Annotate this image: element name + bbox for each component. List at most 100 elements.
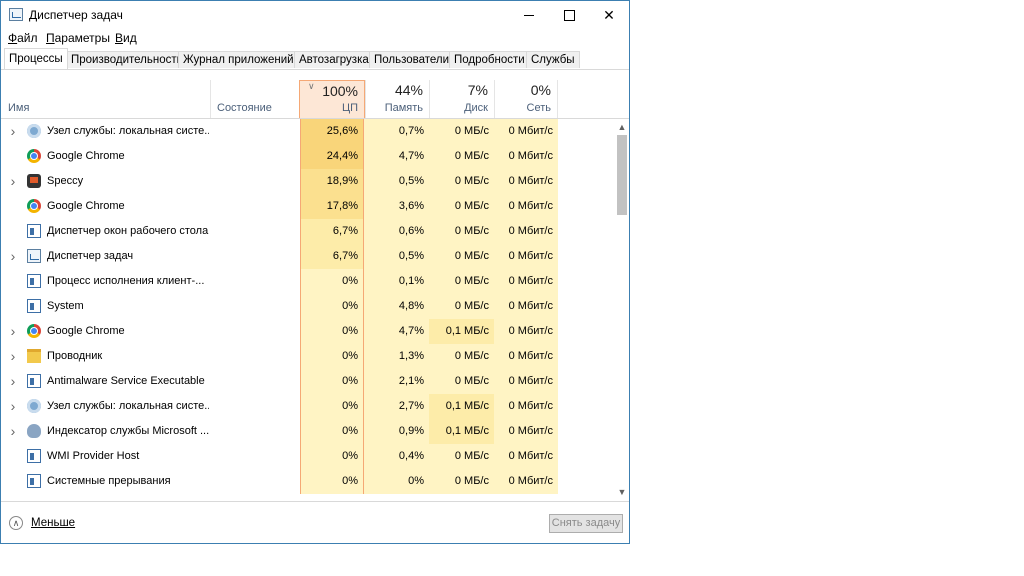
memory-value: 4,8% (364, 294, 429, 319)
cpu-value: 0% (300, 444, 364, 469)
expand-chevron-icon[interactable]: › (7, 169, 19, 194)
expand-chevron-icon[interactable]: › (7, 419, 19, 444)
menu-options-label: араметры (54, 31, 110, 45)
memory-value: 1,3% (364, 344, 429, 369)
vertical-scrollbar[interactable]: ▲ ▼ (615, 119, 629, 500)
column-status-header[interactable]: Состояние (210, 80, 300, 118)
end-task-button[interactable]: Снять задачу (549, 514, 623, 533)
memory-value: 0,5% (364, 244, 429, 269)
title-bar[interactable]: Диспетчер задач ✕ (1, 1, 629, 29)
sort-chevron-icon: ∨ (308, 81, 315, 91)
process-row[interactable]: › Диспетчер задач 6,7% 0,5% 0 МБ/с 0 Мбит/с (1, 244, 615, 269)
disk-value: 0 МБ/с (429, 119, 494, 144)
process-name: Системные прерывания (47, 475, 171, 487)
task-manager-icon (9, 8, 23, 21)
column-disk-header[interactable]: 7% Диск (429, 80, 494, 118)
expand-chevron-icon[interactable]: › (7, 319, 19, 344)
process-row[interactable]: › Индексатор службы Microsoft ... 0% 0,9% 0,… (1, 419, 615, 444)
process-row[interactable]: Процесс исполнения клиент-... 0% 0,1% 0 МБ/… (1, 269, 615, 294)
network-value: 0 Мбит/с (494, 344, 558, 369)
expand-chevron-icon (7, 144, 19, 169)
cpu-value: 0% (300, 469, 364, 494)
process-row[interactable]: Google Chrome 24,4% 4,7% 0 МБ/с 0 Мбит/с (1, 144, 615, 169)
network-value: 0 Мбит/с (494, 269, 558, 294)
column-memory-header[interactable]: 44% Память (365, 80, 429, 118)
expand-chevron-icon[interactable]: › (7, 119, 19, 144)
process-row[interactable]: Google Chrome 17,8% 3,6% 0 МБ/с 0 Мбит/с (1, 194, 615, 219)
column-network-header[interactable]: 0% Сеть (494, 80, 558, 118)
window-icon (27, 449, 41, 463)
network-value: 0 Мбит/с (494, 419, 558, 444)
process-list[interactable]: › Узел службы: локальная систе... 25,6% 0,7… (1, 119, 615, 500)
expand-chevron-icon[interactable]: › (7, 344, 19, 369)
expand-chevron-icon[interactable]: › (7, 394, 19, 419)
process-row[interactable]: › Проводник 0% 1,3% 0 МБ/с 0 Мбит/с (1, 344, 615, 369)
scroll-down-icon[interactable]: ▼ (615, 484, 629, 500)
cpu-value: 24,4% (300, 144, 364, 169)
disk-value: 0 МБ/с (429, 244, 494, 269)
menu-options[interactable]: Параметры (46, 31, 110, 45)
expand-chevron-icon[interactable]: › (7, 369, 19, 394)
memory-value: 0% (364, 469, 429, 494)
memory-value: 4,7% (364, 319, 429, 344)
process-row[interactable]: Системные прерывания 0% 0% 0 МБ/с 0 Мбит/с (1, 469, 615, 494)
maximize-button[interactable] (549, 1, 589, 29)
fewer-details-link[interactable]: Меньше (31, 517, 75, 529)
process-name: Диспетчер задач (47, 250, 134, 262)
memory-value: 0,4% (364, 444, 429, 469)
expand-chevron-icon[interactable]: › (7, 244, 19, 269)
tab-app-history[interactable]: Журнал приложений (178, 51, 299, 68)
scroll-thumb[interactable] (617, 135, 627, 215)
network-value: 0 Мбит/с (494, 194, 558, 219)
menu-bar: Файл Параметры Вид (1, 29, 629, 47)
close-button[interactable]: ✕ (589, 1, 629, 29)
menu-view-accel: В (115, 31, 124, 45)
column-cpu-header[interactable]: ∨ 100% ЦП (299, 80, 365, 118)
cpu-value: 0% (300, 344, 364, 369)
tab-startup[interactable]: Автозагрузка (294, 51, 374, 68)
window-icon (27, 374, 41, 388)
disk-value: 0 МБ/с (429, 144, 494, 169)
menu-view[interactable]: Вид (115, 31, 137, 45)
process-row[interactable]: › Google Chrome 0% 4,7% 0,1 МБ/с 0 Мбит/с (1, 319, 615, 344)
menu-options-accel: П (46, 31, 55, 45)
process-name: Процесс исполнения клиент-... (47, 275, 205, 287)
chevron-up-circle-icon[interactable]: ∧ (9, 516, 23, 530)
column-name[interactable]: Имя (8, 102, 29, 114)
tab-processes[interactable]: Процессы (4, 48, 68, 69)
memory-value: 2,1% (364, 369, 429, 394)
disk-value: 0 МБ/с (429, 194, 494, 219)
disk-value: 0,1 МБ/с (429, 319, 494, 344)
process-row[interactable]: System 0% 4,8% 0 МБ/с 0 Мбит/с (1, 294, 615, 319)
disk-value: 0,1 МБ/с (429, 419, 494, 444)
process-name: Antimalware Service Executable (47, 375, 205, 387)
tab-details[interactable]: Подробности (449, 51, 530, 68)
process-name: Speccy (47, 175, 84, 187)
process-name: Узел службы: локальная систе... (47, 125, 209, 137)
cpu-value: 0% (300, 294, 364, 319)
network-value: 0 Мбит/с (494, 319, 558, 344)
process-row[interactable]: WMI Provider Host 0% 0,4% 0 МБ/с 0 Мбит/с (1, 444, 615, 469)
network-value: 0 Мбит/с (494, 144, 558, 169)
minimize-button[interactable] (509, 1, 549, 29)
memory-value: 4,7% (364, 144, 429, 169)
tab-services[interactable]: Службы (526, 51, 580, 68)
folder-icon (27, 349, 41, 363)
scroll-up-icon[interactable]: ▲ (615, 119, 629, 135)
window-icon (27, 299, 41, 313)
process-row[interactable]: › Узел службы: локальная систе... 0% 2,7% 0,… (1, 394, 615, 419)
memory-value: 0,5% (364, 169, 429, 194)
menu-file[interactable]: Файл (8, 31, 38, 45)
tab-performance[interactable]: Производительность (66, 51, 188, 68)
cpu-value: 0% (300, 319, 364, 344)
cpu-value: 17,8% (300, 194, 364, 219)
tab-users[interactable]: Пользователи (369, 51, 455, 68)
disk-value: 0 МБ/с (429, 169, 494, 194)
expand-chevron-icon (7, 219, 19, 244)
process-row[interactable]: › Узел службы: локальная систе... 25,6% 0,7… (1, 119, 615, 144)
process-row[interactable]: Диспетчер окон рабочего стола 6,7% 0,6% 0 М… (1, 219, 615, 244)
disk-value: 0 МБ/с (429, 369, 494, 394)
process-row[interactable]: › Speccy 18,9% 0,5% 0 МБ/с 0 Мбит/с (1, 169, 615, 194)
process-row[interactable]: › Antimalware Service Executable 0% 2,1% 0 М… (1, 369, 615, 394)
network-value: 0 Мбит/с (494, 244, 558, 269)
